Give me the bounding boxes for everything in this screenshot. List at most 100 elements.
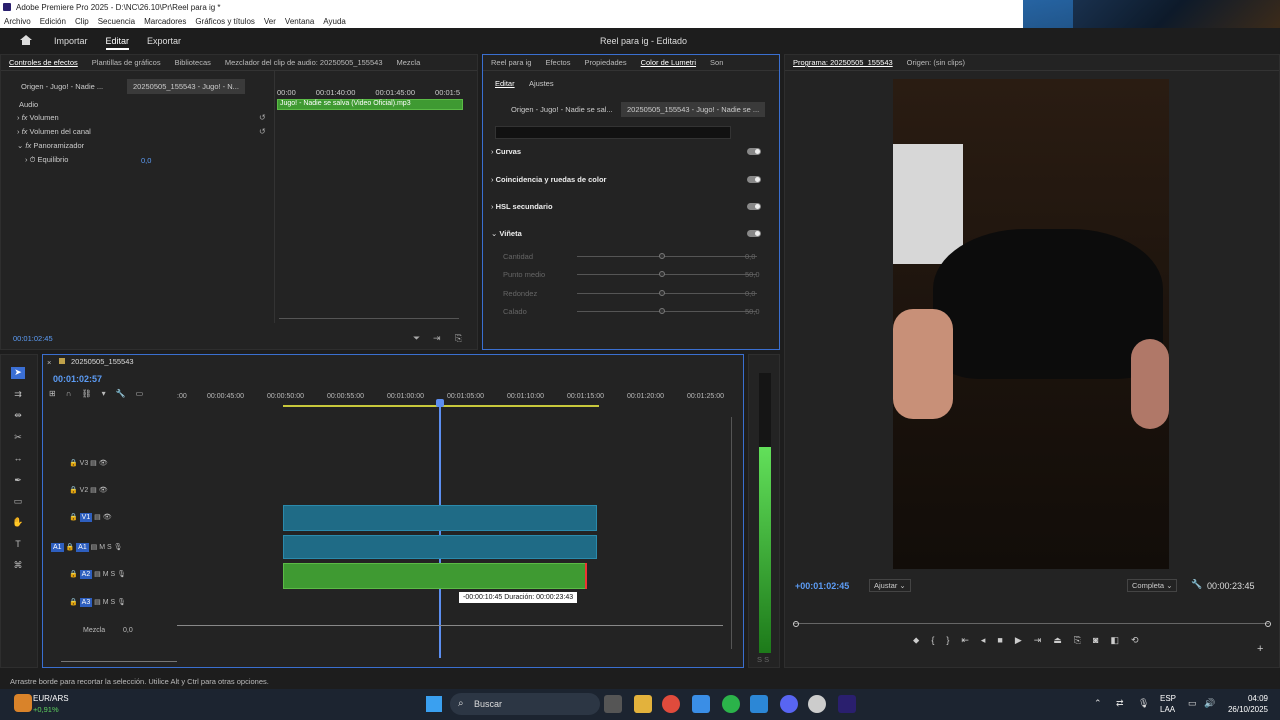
snap-icon[interactable]: ∩ [66, 389, 72, 398]
reset-icon[interactable]: ↺ [259, 113, 269, 122]
program-timecode[interactable]: +00:01:02:45 [795, 581, 849, 591]
premiere-taskbar-icon[interactable] [838, 695, 856, 713]
extract-icon[interactable]: ⎘ [1074, 635, 1081, 646]
toggle-hsl[interactable] [747, 203, 761, 210]
export-icon[interactable]: ⇥ [433, 333, 441, 344]
solo-button[interactable]: S [107, 544, 112, 551]
step-back-icon[interactable]: ◂ [981, 635, 986, 646]
widget-icon[interactable] [14, 694, 32, 712]
chrome-icon[interactable] [662, 695, 680, 713]
nav-exportar[interactable]: Exportar [147, 36, 181, 50]
filter-icon[interactable]: ⏷ [413, 333, 420, 344]
program-scrub-bar[interactable] [793, 623, 1269, 624]
caption-icon[interactable]: ⌘ [11, 560, 25, 572]
razor-icon[interactable]: ✂ [11, 432, 25, 444]
section-curvas[interactable]: › Curvas [491, 147, 521, 156]
tab-source[interactable]: Origen: (sin clips) [907, 58, 965, 67]
wrench-icon[interactable]: 🔧 [1191, 579, 1202, 590]
tray-volume-icon[interactable]: 🔊 [1204, 698, 1215, 709]
task-view-icon[interactable] [604, 695, 622, 713]
toggle-curvas[interactable] [747, 148, 761, 155]
effect-clip-bar[interactable]: Jugo! - Nadie se salva (Video Oficial).m… [277, 99, 463, 110]
lumetri-preset-select[interactable] [495, 126, 731, 139]
tab-lumetri-color[interactable]: Color de Lumetri [641, 58, 696, 67]
go-out-icon[interactable]: ⇥ [1034, 635, 1042, 646]
menu-secuencia[interactable]: Secuencia [98, 17, 135, 26]
track-select-icon[interactable]: ⇉ [11, 389, 25, 401]
marker-icon[interactable]: ⬥ [913, 635, 919, 646]
steam-icon[interactable] [808, 695, 826, 713]
tab-properties[interactable]: Propiedades [584, 58, 626, 67]
timeline-ruler[interactable]: :00 00:00:45:00 00:00:50:00 00:00:55:00 … [177, 393, 733, 403]
vig-punto-value[interactable]: 50,0 [745, 270, 760, 279]
lumetri-source-label[interactable]: Origen - Jugo! - Nadie se sal... [511, 105, 613, 114]
subtab-editar[interactable]: Editar [495, 79, 515, 88]
vig-redondez-value[interactable]: 0,0 [745, 289, 755, 298]
linked-icon[interactable]: ⛓ [81, 389, 91, 398]
tab-graphic-templates[interactable]: Plantillas de gráficos [92, 58, 161, 67]
search-box[interactable]: ⌕ Buscar [450, 693, 600, 715]
ripple-edit-icon[interactable]: ⇹ [11, 410, 25, 422]
slider-knob[interactable] [659, 271, 665, 277]
track-label[interactable]: V1 [79, 513, 93, 522]
rectangle-icon[interactable]: ▭ [11, 496, 25, 508]
mute-button[interactable]: M [103, 599, 109, 606]
play-icon[interactable]: ▶ [1015, 635, 1022, 646]
tab-effect-controls[interactable]: Controles de efectos [9, 58, 78, 67]
menu-archivo[interactable]: Archivo [4, 17, 31, 26]
tab-mix[interactable]: Mezcla [397, 58, 421, 67]
tab-effects[interactable]: Efectos [545, 58, 570, 67]
captions-icon[interactable]: ▭ [136, 389, 144, 398]
slider-knob[interactable] [659, 290, 665, 296]
vig-punto-slider[interactable] [577, 271, 757, 277]
slider-knob[interactable] [659, 253, 665, 259]
source-clip-label[interactable]: Origen - Jugo! - Nadie ... [21, 82, 103, 91]
tray-display-icon[interactable]: ▭ [1188, 698, 1197, 709]
tab-program[interactable]: Programa: 20250505_155543 [793, 58, 893, 67]
toggle-vineta[interactable] [747, 230, 761, 237]
windows-start-icon[interactable] [426, 696, 442, 712]
subtab-ajustes[interactable]: Ajustes [529, 79, 554, 88]
effect-item-volumen-canal[interactable]: › fx Volumen del canal [17, 127, 91, 136]
nav-importar[interactable]: Importar [54, 36, 88, 50]
type-icon[interactable]: T [11, 539, 25, 551]
slip-icon[interactable]: ↔ [11, 453, 25, 465]
pen-icon[interactable]: ✒ [11, 475, 25, 487]
stop-icon[interactable]: ■ [997, 635, 1002, 646]
horizontal-scrollbar[interactable] [61, 661, 177, 662]
selection-tool-icon[interactable]: ➤ [11, 367, 25, 379]
menu-ventana[interactable]: Ventana [285, 17, 314, 26]
solo-button[interactable]: S [111, 599, 116, 606]
vig-cantidad-value[interactable]: 0,0 [745, 252, 755, 261]
nest-icon[interactable]: ⊞ [49, 389, 56, 398]
param-equilibrio-value[interactable]: 0,0 [141, 156, 151, 165]
discord-icon[interactable] [780, 695, 798, 713]
menu-ver[interactable]: Ver [264, 17, 276, 26]
tab-sound[interactable]: Son [710, 58, 723, 67]
track-label[interactable]: A1 [76, 543, 89, 552]
playhead-handle[interactable] [436, 399, 444, 407]
tab-audio-clip-mixer[interactable]: Mezclador del clip de audio: 20250505_15… [225, 58, 383, 67]
vig-calado-value[interactable]: 50,0 [745, 307, 760, 316]
scrub-start-handle[interactable] [793, 621, 799, 627]
camera-icon[interactable]: ◙ [1093, 635, 1098, 646]
language-indicator[interactable]: ESP [1160, 694, 1176, 703]
track-label[interactable]: A2 [79, 570, 93, 579]
effect-timecode[interactable]: 00:01:02:45 [13, 334, 53, 343]
loop-icon[interactable]: ⟲ [1131, 635, 1139, 646]
section-hsl[interactable]: › HSL secundario [491, 202, 553, 211]
vig-calado-slider[interactable] [577, 308, 757, 314]
audio-clip-a2[interactable] [283, 563, 587, 589]
menu-graficos[interactable]: Gráficos y títulos [195, 17, 255, 26]
mark-out-icon[interactable]: } [946, 635, 949, 646]
effect-item-panoramizador[interactable]: ⌄ fx Panoramizador [17, 141, 84, 150]
vig-cantidad-slider[interactable] [577, 253, 757, 259]
menu-marcadores[interactable]: Marcadores [144, 17, 186, 26]
mix-value[interactable]: 0,0 [123, 627, 133, 634]
toggle-coincidencia[interactable] [747, 176, 761, 183]
solo-button[interactable]: S [111, 571, 116, 578]
tab-reel[interactable]: Reel para ig [491, 58, 531, 67]
settings-icon[interactable]: ⎘ [455, 333, 462, 344]
close-tab-icon[interactable]: × [47, 358, 51, 367]
zoom-scrollbar[interactable] [279, 318, 459, 319]
